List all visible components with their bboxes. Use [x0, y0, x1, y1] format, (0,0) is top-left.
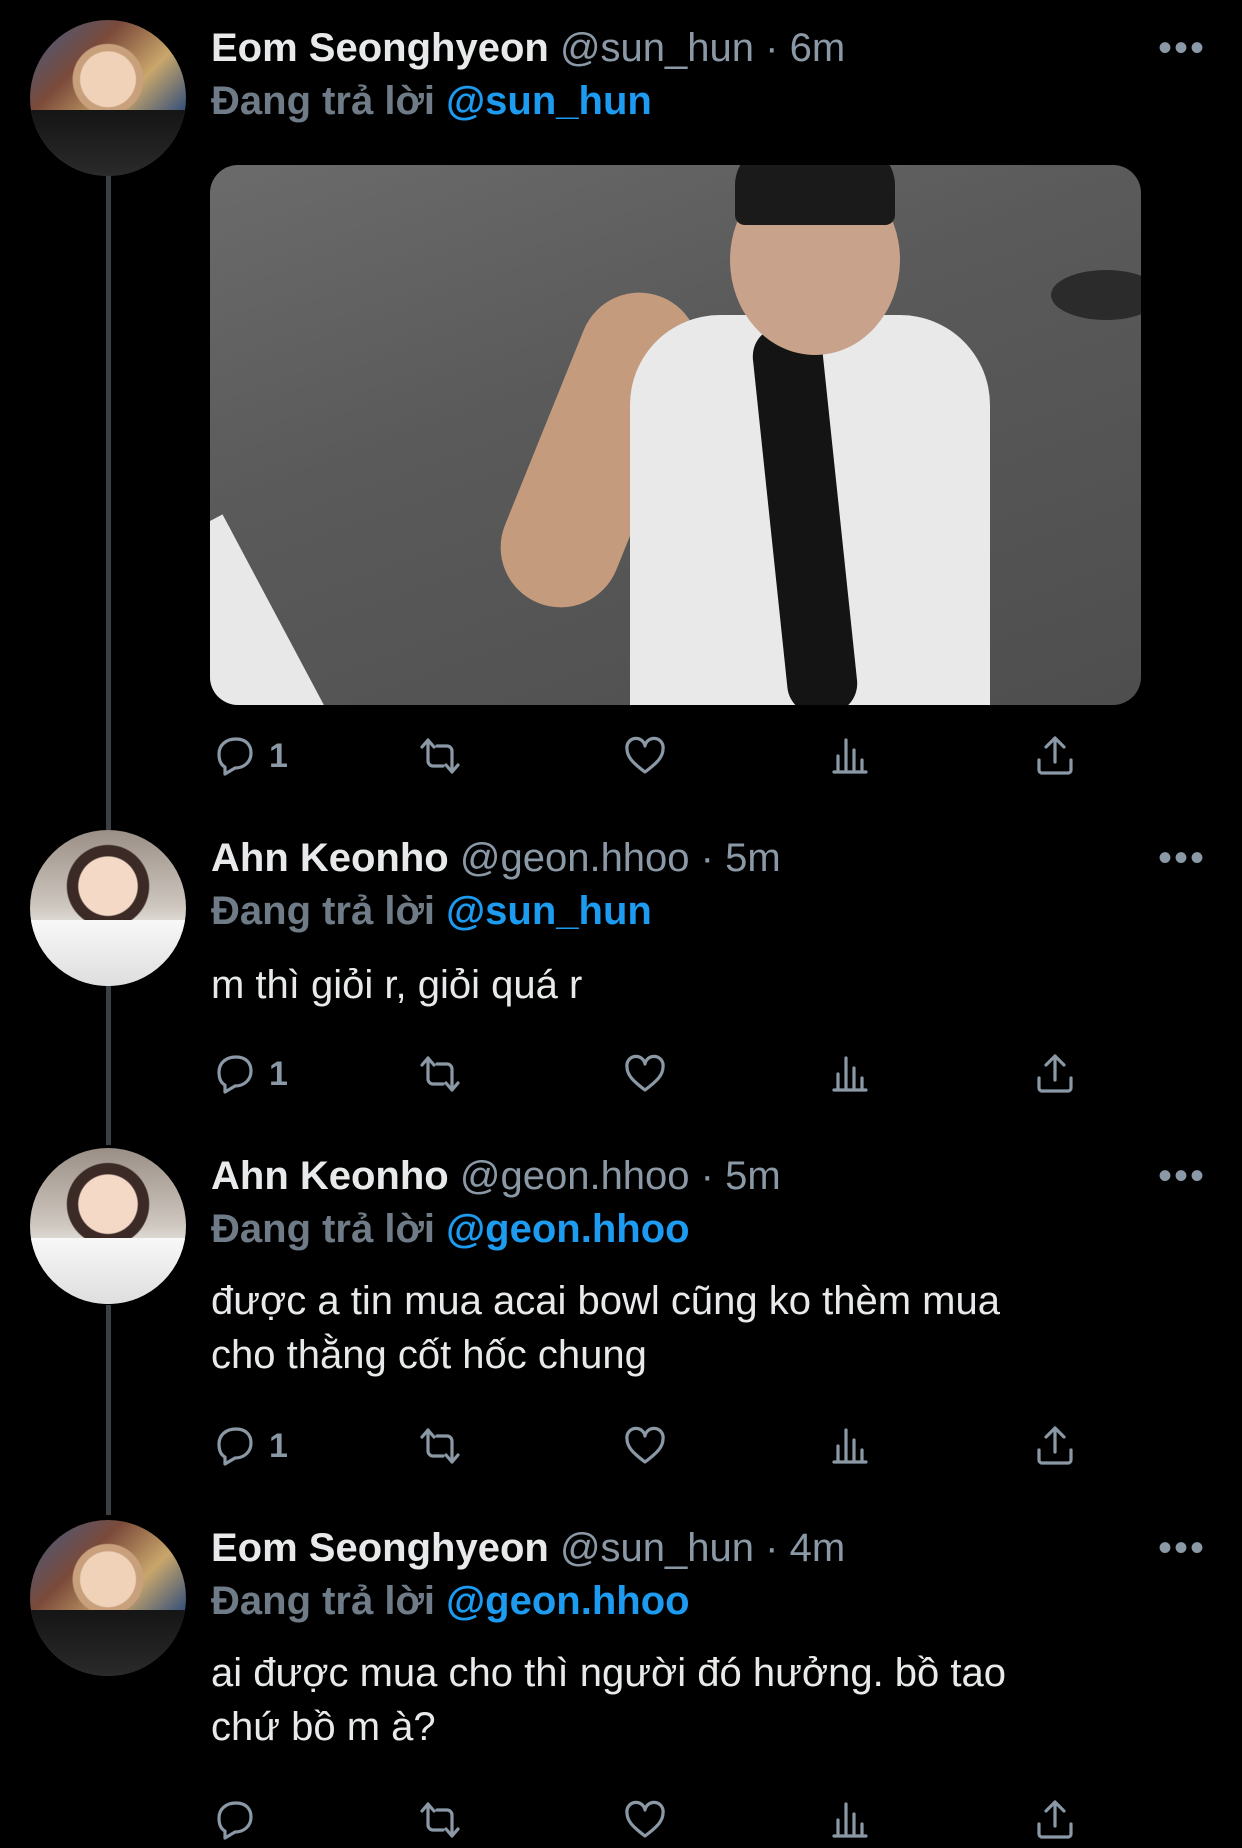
- share-button[interactable]: [1031, 1418, 1079, 1474]
- mention-link[interactable]: @sun_hun: [446, 889, 652, 933]
- handle[interactable]: @sun_hun: [560, 1526, 754, 1570]
- retweet-button[interactable]: [416, 1046, 464, 1102]
- mention-link[interactable]: @sun_hun: [446, 79, 652, 123]
- tweet-text: ai được mua cho thì người đó hưởng. bồ t…: [211, 1646, 1182, 1754]
- reply-context: Đang trả lời @sun_hun: [211, 76, 652, 126]
- reply-button[interactable]: 1: [211, 1418, 288, 1474]
- timestamp[interactable]: 5m: [725, 836, 781, 880]
- separator: ·: [765, 26, 779, 70]
- separator: ·: [765, 1526, 779, 1570]
- tweet-header: Eom Seonghyeon @sun_hun · 6m: [211, 24, 1222, 72]
- thread-line: [106, 1305, 111, 1515]
- tweet-actions: [211, 1792, 1111, 1848]
- reply-button[interactable]: 1: [211, 1046, 288, 1102]
- heart-icon: [625, 1426, 665, 1464]
- handle[interactable]: @sun_hun: [560, 26, 754, 70]
- retweet-icon: [420, 1428, 460, 1464]
- tweet-text: m thì giỏi r, giỏi quá r: [211, 963, 583, 1007]
- reply-context: Đang trả lời @geon.hhoo: [211, 1204, 690, 1254]
- share-button[interactable]: [1031, 728, 1079, 784]
- tweet-text: được a tin mua acai bowl cũng ko thèm mu…: [211, 1274, 1182, 1382]
- reply-icon: [217, 737, 253, 776]
- more-options-icon[interactable]: •••: [1158, 28, 1206, 68]
- avatar[interactable]: [30, 1148, 186, 1304]
- reply-button[interactable]: 1: [211, 728, 288, 784]
- heart-icon: [625, 1054, 665, 1092]
- share-icon: [1037, 1054, 1073, 1093]
- reply-icon: [217, 1427, 253, 1466]
- bar-chart-icon: [832, 1428, 868, 1464]
- tweet-text-line: cho thằng cốt hốc chung: [211, 1333, 647, 1377]
- more-options-icon[interactable]: •••: [1158, 1528, 1206, 1568]
- more-options-icon[interactable]: •••: [1158, 1156, 1206, 1196]
- display-name[interactable]: Eom Seonghyeon: [211, 26, 549, 70]
- reply-prefix: Đang trả lời: [211, 889, 436, 933]
- like-button[interactable]: [621, 1418, 669, 1474]
- bar-chart-icon: [832, 1802, 868, 1838]
- handle[interactable]: @geon.hhoo: [460, 836, 690, 880]
- tweet-header: Eom Seonghyeon @sun_hun · 4m: [211, 1524, 1222, 1572]
- tweet-text-line: chứ bồ m à?: [211, 1705, 436, 1749]
- tweet-header: Ahn Keonho @geon.hhoo · 5m: [211, 1152, 1222, 1200]
- views-button[interactable]: [826, 1792, 874, 1848]
- tweet-text-line: ai được mua cho thì người đó hưởng. bồ t…: [211, 1651, 1007, 1695]
- avatar[interactable]: [30, 830, 186, 986]
- reply-context: Đang trả lời @geon.hhoo: [211, 1576, 690, 1626]
- avatar[interactable]: [30, 20, 186, 176]
- thread-line: [106, 175, 111, 830]
- timestamp[interactable]: 5m: [725, 1154, 781, 1198]
- mention-link[interactable]: @geon.hhoo: [446, 1579, 689, 1623]
- reply-prefix: Đang trả lời: [211, 1579, 436, 1623]
- tweet-actions: 1: [211, 1418, 1111, 1474]
- like-button[interactable]: [621, 1792, 669, 1848]
- tweet-header: Ahn Keonho @geon.hhoo · 5m: [211, 834, 1222, 882]
- share-button[interactable]: [1031, 1046, 1079, 1102]
- thread-line: [106, 985, 111, 1145]
- like-button[interactable]: [621, 728, 669, 784]
- heart-icon: [625, 736, 665, 774]
- retweet-icon: [420, 1056, 460, 1092]
- retweet-button[interactable]: [416, 1418, 464, 1474]
- bar-chart-icon: [832, 1056, 868, 1092]
- share-button[interactable]: [1031, 1792, 1079, 1848]
- tweet-text-line: được a tin mua acai bowl cũng ko thèm mu…: [211, 1279, 1000, 1323]
- reply-icon: [217, 1055, 253, 1094]
- reply-context: Đang trả lời @sun_hun: [211, 886, 652, 936]
- more-options-icon[interactable]: •••: [1158, 838, 1206, 878]
- reply-button[interactable]: [211, 1792, 259, 1848]
- display-name[interactable]: Ahn Keonho: [211, 1154, 449, 1198]
- avatar[interactable]: [30, 1520, 186, 1676]
- reply-count: 1: [269, 736, 288, 775]
- heart-icon: [625, 1800, 665, 1838]
- mention-link[interactable]: @geon.hhoo: [446, 1207, 689, 1251]
- share-icon: [1037, 736, 1073, 775]
- reply-prefix: Đang trả lời: [211, 79, 436, 123]
- tweet-photo[interactable]: [210, 165, 1141, 705]
- handle[interactable]: @geon.hhoo: [460, 1154, 690, 1198]
- views-button[interactable]: [826, 1418, 874, 1474]
- reply-prefix: Đang trả lời: [211, 1207, 436, 1251]
- reply-icon: [217, 1801, 253, 1840]
- retweet-icon: [420, 738, 460, 774]
- display-name[interactable]: Eom Seonghyeon: [211, 1526, 549, 1570]
- views-button[interactable]: [826, 1046, 874, 1102]
- share-icon: [1037, 1426, 1073, 1465]
- reply-count: 1: [269, 1054, 288, 1093]
- timestamp[interactable]: 4m: [790, 1526, 846, 1570]
- tweet-actions: 1: [211, 1046, 1111, 1102]
- tweet-actions: 1: [211, 728, 1111, 784]
- like-button[interactable]: [621, 1046, 669, 1102]
- share-icon: [1037, 1800, 1073, 1839]
- views-button[interactable]: [826, 728, 874, 784]
- display-name[interactable]: Ahn Keonho: [211, 836, 449, 880]
- separator: ·: [700, 1154, 714, 1198]
- separator: ·: [700, 836, 714, 880]
- retweet-button[interactable]: [416, 728, 464, 784]
- retweet-icon: [420, 1802, 460, 1838]
- bar-chart-icon: [832, 738, 868, 774]
- retweet-button[interactable]: [416, 1792, 464, 1848]
- timestamp[interactable]: 6m: [790, 26, 846, 70]
- reply-count: 1: [269, 1426, 288, 1465]
